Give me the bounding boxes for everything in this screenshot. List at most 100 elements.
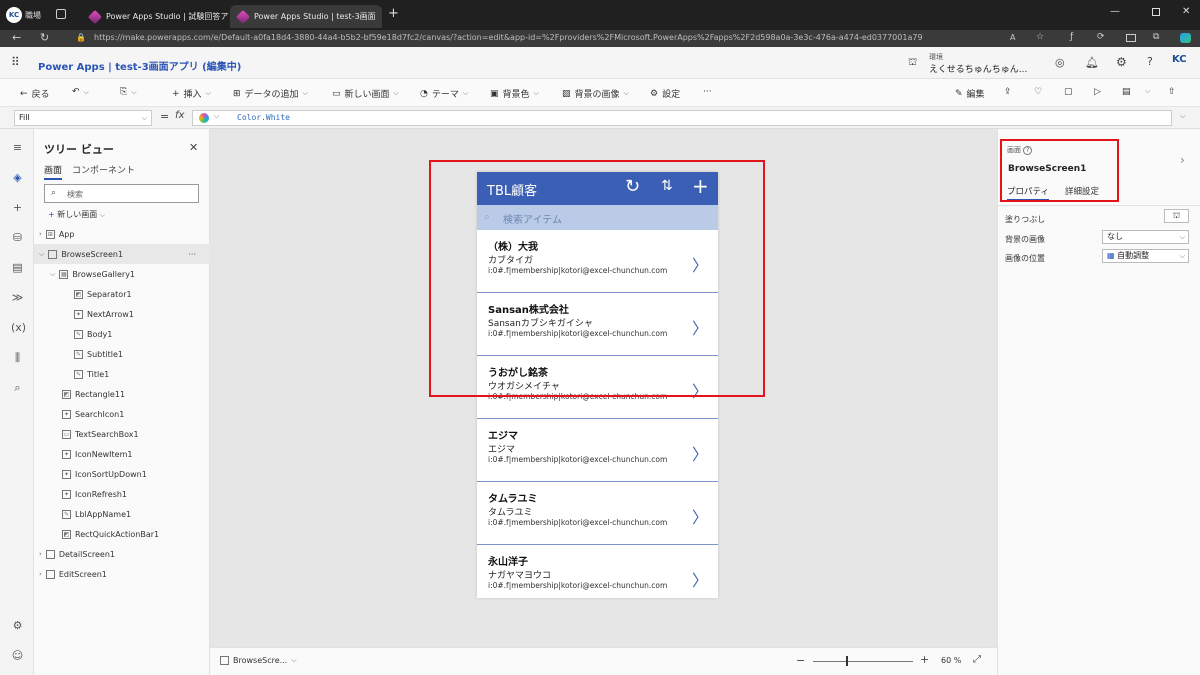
gallery-item[interactable]: エジマ エジマ i:0#.f|membership|kotori@excel-c… [477,419,718,482]
next-arrow-icon[interactable]: 〉 [692,567,708,591]
media-icon[interactable]: ▤ [11,261,24,274]
power-automate-icon[interactable]: ≫ [11,291,24,304]
chevron-right-icon[interactable]: › [39,550,42,558]
preview-play-icon[interactable]: ▷ [1094,87,1101,97]
tree-node-browsescreen1[interactable]: ⌵ BrowseScreen1 ··· [34,244,210,264]
url-field[interactable]: https://make.powerapps.com/e/Default-a0f… [94,33,923,42]
tree-node-textsearchbox1[interactable]: ▭ TextSearchBox1 [62,424,139,444]
notification-icon[interactable]: 🔔︎ [1085,56,1099,69]
chevron-down-icon[interactable]: ⌵ [1145,87,1150,96]
help-icon[interactable]: ? [1147,55,1153,68]
edit-button[interactable]: ✎ 編集 [955,87,985,101]
fill-color-picker[interactable]: ⛫ [1164,209,1189,223]
variables-icon[interactable]: (x) [11,321,26,334]
tree-node-editscreen1[interactable]: › EditScreen1 [39,564,107,584]
browser-tab-1[interactable]: Power Apps Studio | 試験回答ア ✕ [82,5,228,28]
tree-node-lblappname1[interactable]: ✎ LblAppName1 [62,504,131,524]
workspace-label[interactable]: 職場 [25,10,41,21]
tree-node-iconrefresh1[interactable]: ✦ IconRefresh1 [62,484,127,504]
layers-icon[interactable]: ◈ [11,171,24,184]
tree-node-app[interactable]: › ⊞ App [39,224,74,244]
tree-node-rectquickactionbar1[interactable]: ◩ RectQuickActionBar1 [62,524,159,544]
tree-node-title1[interactable]: ✎ Title1 [74,364,109,384]
profile-avatar[interactable]: KC [6,7,22,23]
close-icon[interactable]: ✕ [189,141,198,154]
more-options-icon[interactable]: ··· [188,250,196,259]
chevron-right-icon[interactable]: › [39,570,42,578]
new-screen-button[interactable]: ▭ 新しい画面 ⌵ [332,87,399,101]
waffle-icon[interactable]: ⠿ [11,55,20,69]
tree-node-rectangle11[interactable]: ◩ Rectangle11 [62,384,125,404]
workspaces-icon[interactable] [56,9,66,19]
sync-icon[interactable]: ⟳ [1097,32,1105,42]
settings-gear-icon[interactable]: ⚙ [1116,55,1127,69]
chevron-down-icon[interactable]: ⌵ [84,88,89,97]
tree-node-separator1[interactable]: ◩ Separator1 [74,284,132,304]
new-tab-icon[interactable]: + [388,6,399,21]
background-image-dropdown[interactable]: なし ⌵ [1102,230,1189,244]
expand-formula-icon[interactable]: ⌵ [1180,112,1185,121]
user-avatar[interactable]: KC [1172,54,1190,72]
collections-icon[interactable]: ⧉ [1153,32,1159,42]
gallery-item[interactable]: タムラユミ タムラユミ i:0#.f|membership|kotori@exc… [477,482,718,545]
lock-icon[interactable]: 🔒 [76,33,86,42]
tree-node-nextarrow1[interactable]: ✦ NextArrow1 [74,304,134,324]
read-aloud-icon[interactable]: A [1010,33,1015,42]
property-dropdown[interactable]: Fill ⌵ [14,110,152,126]
next-arrow-icon[interactable]: 〉 [692,504,708,528]
database-icon[interactable]: ⛁ [11,231,24,244]
environment-icon[interactable]: ⛫ [908,57,917,70]
tree-search-input[interactable]: ⌕ 検索 [44,184,199,203]
copilot-icon[interactable]: ◎ [1055,56,1065,69]
back-icon[interactable]: ← [12,31,21,44]
screen-selector[interactable]: BrowseScre... ⌵ [220,656,297,665]
chevron-down-icon[interactable]: ⌵ [50,270,55,279]
virtual-agent-icon[interactable]: ☺ [11,649,24,662]
hamburger-icon[interactable]: ≡ [11,141,24,154]
settings-button[interactable]: ⚙ 設定 [650,87,680,101]
tree-node-iconsortupdown1[interactable]: ✦ IconSortUpDown1 [62,464,147,484]
tools-icon[interactable]: ⫼ [11,351,24,364]
favorite-icon[interactable]: ☆ [1036,32,1044,42]
image-position-dropdown[interactable]: ▦ 自動調整 ⌵ [1102,249,1189,263]
refresh-icon[interactable]: ↻ [40,31,49,44]
insert-button[interactable]: + 挿入 ⌵ [172,87,211,101]
env-name[interactable]: えくせるちゅんちゅん... [929,62,1027,75]
next-arrow-icon[interactable]: 〉 [692,441,708,465]
add-data-button[interactable]: ⊞ データの追加 ⌵ [233,87,308,101]
tree-node-browsegallery1[interactable]: ⌵ ▦ BrowseGallery1 [50,264,135,284]
tree-node-subtitle1[interactable]: ✎ Subtitle1 [74,344,123,364]
chevron-down-icon[interactable]: ⌵ [131,88,136,97]
back-button[interactable]: ← 戻る [20,87,50,101]
zoom-in-button[interactable]: + [920,653,929,666]
app-checker-icon[interactable]: ♡ [1034,87,1042,97]
background-image-button[interactable]: ▨ 背景の画像 ⌵ [562,87,629,101]
tree-node-iconnewitem1[interactable]: ✦ IconNewItem1 [62,444,132,464]
chevron-down-icon[interactable]: ⌵ [214,112,219,121]
background-color-button[interactable]: ▣ 背景色 ⌵ [490,87,539,101]
undo-button[interactable]: ↶ ⌵ [72,87,89,97]
formula-input[interactable]: ⌵ Color.White [192,110,1172,126]
tab-components[interactable]: コンポーネント [72,163,135,176]
more-button[interactable]: ··· [703,87,712,97]
zoom-out-button[interactable]: − [796,654,805,667]
gallery-item[interactable]: 永山洋子 ナガヤマヨウコ i:0#.f|membership|kotori@ex… [477,545,718,608]
publish-icon[interactable]: ⇧ [1168,87,1176,97]
minimize-icon[interactable]: — [1110,6,1120,17]
copy-button[interactable]: ⎘ ⌵ [120,87,137,97]
search-icon[interactable]: ⌕ [11,381,24,394]
theme-button[interactable]: ◔ テーマ ⌵ [420,87,468,101]
split-view-icon[interactable] [1126,34,1136,42]
share-icon[interactable]: ⇪ [1004,87,1012,97]
plus-icon[interactable]: + [11,201,24,214]
copilot-icon[interactable] [199,113,209,123]
new-screen-tree-button[interactable]: + 新しい画面 ⌵ [48,209,105,220]
copilot-icon[interactable] [1180,33,1191,43]
chevron-down-icon[interactable]: ⌵ [39,250,44,259]
comments-icon[interactable]: ▢ [1064,87,1073,97]
maximize-icon[interactable] [1152,8,1160,16]
extension-icon[interactable]: ƒ [1070,32,1073,42]
tree-node-searchicon1[interactable]: ✦ SearchIcon1 [62,404,124,424]
chevron-right-icon[interactable]: › [39,230,42,238]
browser-tab-2[interactable]: Power Apps Studio | test-3画面 ✕ [230,5,382,28]
